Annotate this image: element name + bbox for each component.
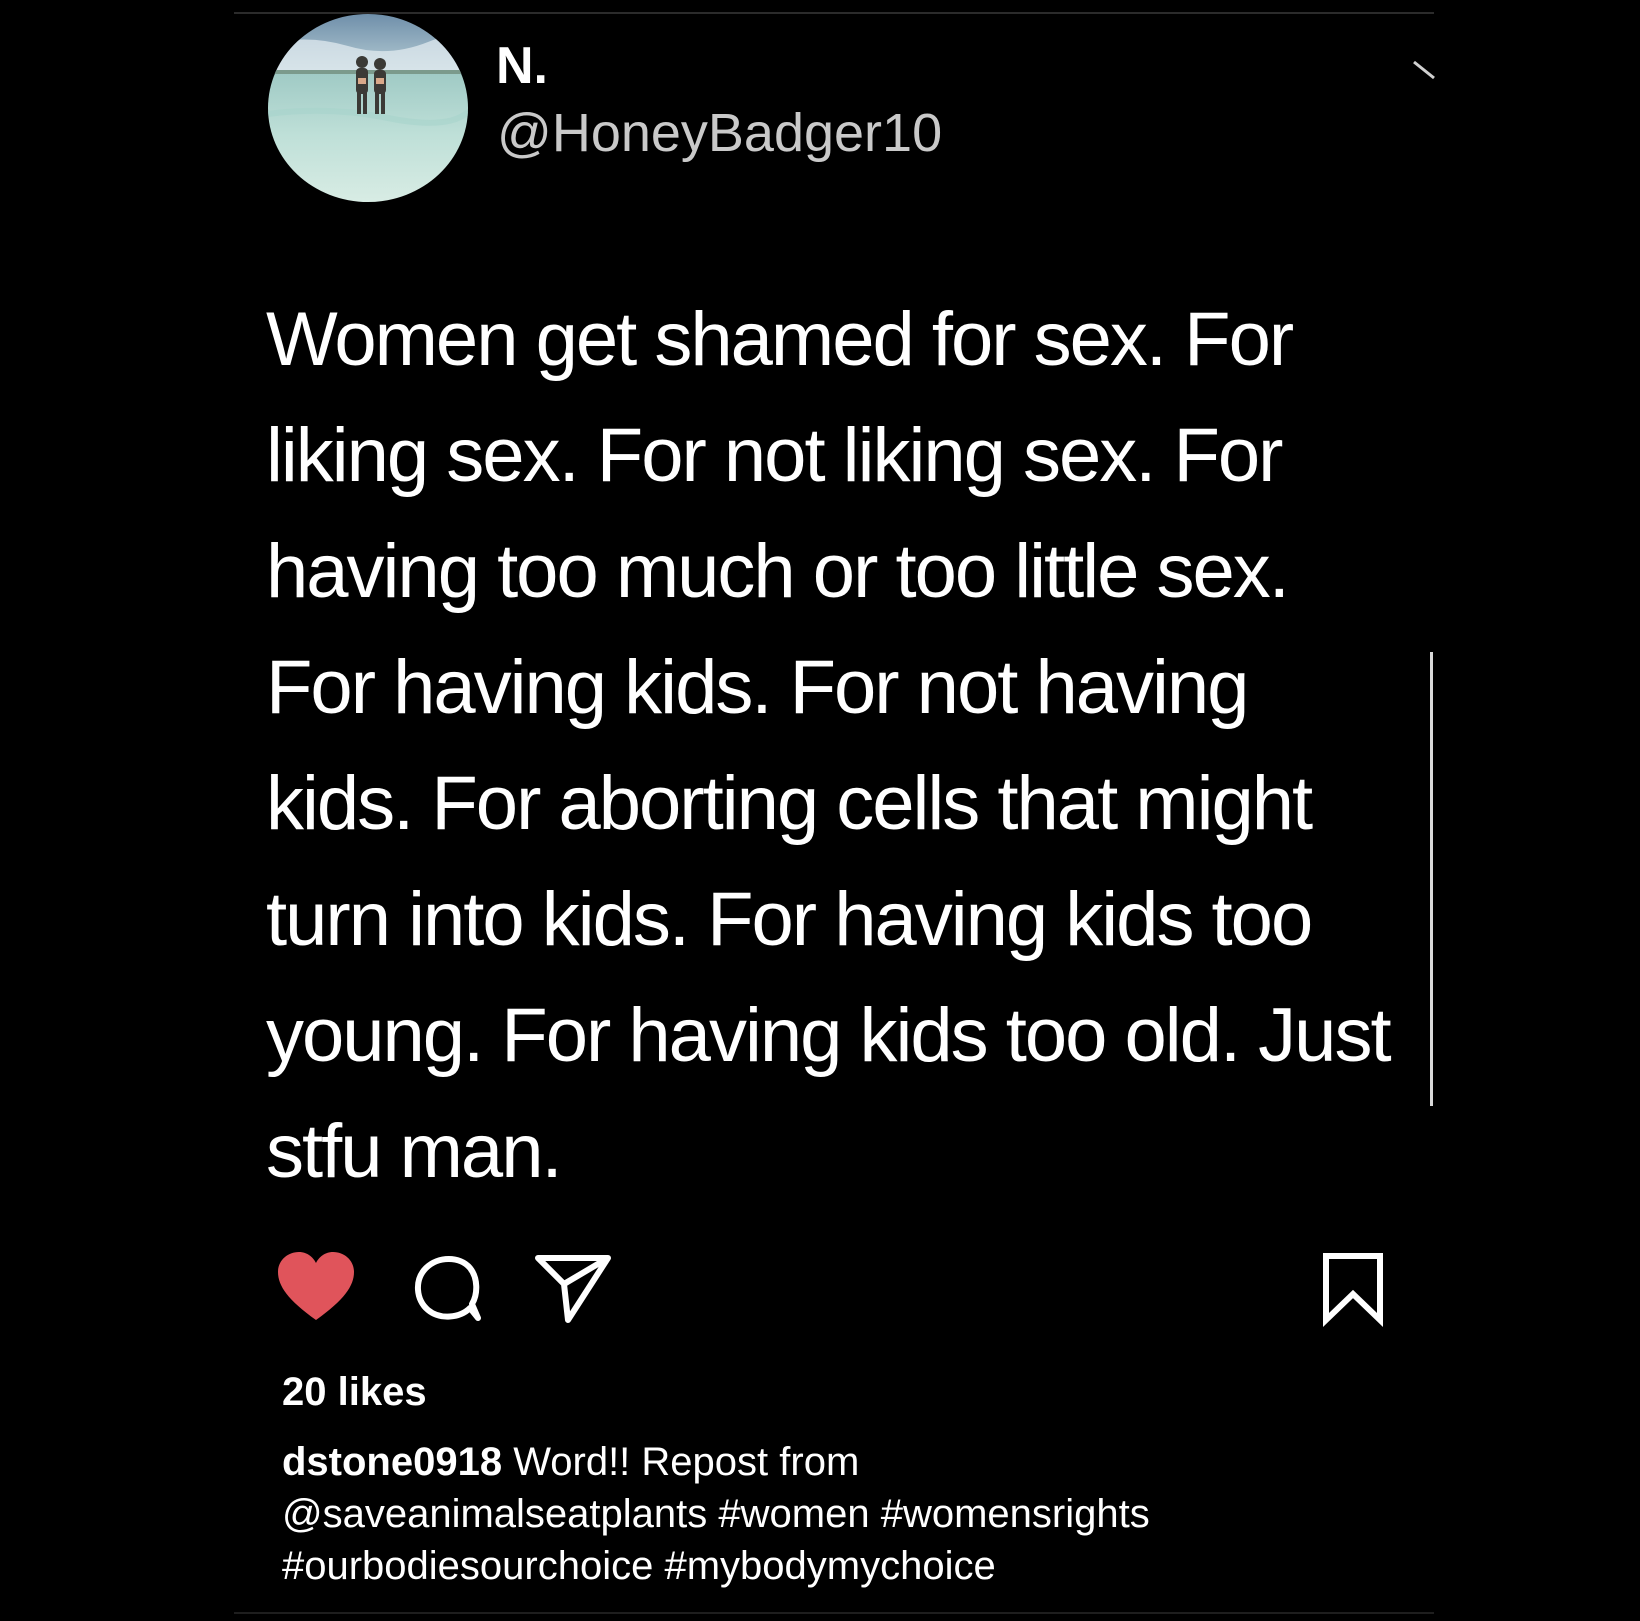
caption-text: Word!! Repost from	[502, 1440, 860, 1484]
comment-icon	[415, 1256, 481, 1321]
tweet-line: For having kids. For not having	[266, 645, 1249, 730]
comment-button[interactable]	[408, 1250, 488, 1335]
likes-count[interactable]: 20 likes	[282, 1367, 427, 1417]
action-bar	[276, 1250, 1386, 1330]
save-button[interactable]	[1320, 1250, 1386, 1335]
caption-line: dstone0918 Word!! Repost from	[282, 1436, 1412, 1488]
top-divider	[234, 12, 1434, 14]
heart-icon	[278, 1252, 354, 1320]
caption-hashtags[interactable]: @saveanimalseatplants #women #womensrigh…	[282, 1488, 1412, 1540]
caption-hashtags[interactable]: #ourbodiesourchoice #mybodymychoice	[282, 1540, 1412, 1592]
avatar-beach-image	[268, 14, 468, 202]
user-handle[interactable]: @HoneyBadger10	[497, 100, 942, 166]
send-icon	[535, 1255, 611, 1323]
tweet-line: Women get shamed for sex. For	[266, 297, 1294, 382]
tweet-line: stfu man.	[266, 1109, 563, 1194]
tweet-text: Women get shamed for sex. For liking sex…	[266, 282, 1436, 1210]
tweet-line: liking sex. For not liking sex. For	[266, 413, 1284, 498]
caption-username[interactable]: dstone0918	[282, 1440, 502, 1484]
tweet-line: kids. For aborting cells that might	[266, 761, 1313, 846]
tweet-line: young. For having kids too old. Just	[266, 993, 1392, 1078]
display-name[interactable]: N.	[496, 36, 548, 96]
like-button[interactable]	[276, 1250, 356, 1335]
post-caption: dstone0918 Word!! Repost from @saveanima…	[282, 1436, 1412, 1592]
bookmark-icon	[1323, 1253, 1383, 1328]
scroll-indicator[interactable]	[1430, 652, 1433, 1106]
tweet-line: having too much or too little sex.	[266, 529, 1290, 614]
share-button[interactable]	[534, 1250, 614, 1335]
corner-chevron-icon	[1413, 60, 1435, 80]
bottom-divider	[234, 1612, 1434, 1614]
tweet-line: turn into kids. For having kids too	[266, 877, 1313, 962]
avatar[interactable]	[268, 14, 468, 202]
